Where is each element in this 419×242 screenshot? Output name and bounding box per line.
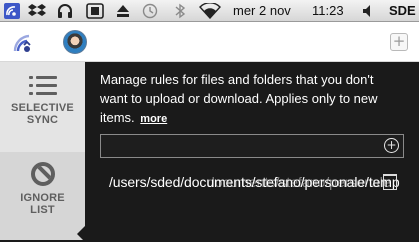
more-link[interactable]: more [140, 113, 167, 125]
volume-icon[interactable] [362, 3, 376, 19]
sidebar-item-selective-sync[interactable]: SELECTIVE SYNC [0, 76, 85, 146]
list-icon [28, 76, 57, 96]
bluetooth-icon[interactable] [174, 3, 186, 19]
ignore-list-description: Manage rules for files and folders that … [100, 70, 400, 129]
eject-icon[interactable] [116, 3, 130, 19]
sidebar-item-label: SYNC [26, 114, 59, 126]
menubar-date[interactable]: mer 2 nov [233, 0, 291, 22]
sidebar-item-label: IGNORE [20, 192, 65, 204]
rule-input[interactable] [105, 137, 379, 157]
wifi-sync-icon[interactable] [4, 3, 20, 19]
avatar[interactable] [63, 30, 87, 54]
dropbox-icon[interactable] [28, 3, 46, 19]
list-item[interactable]: /users/sded/documents/stefano/personale/… [109, 172, 409, 194]
sidebar-item-label: SELECTIVE [11, 102, 74, 114]
sidebar: SELECTIVE SYNC IGNORE LIST [0, 62, 85, 242]
app-header: + [0, 22, 419, 62]
plus-square-icon[interactable]: + [390, 33, 408, 51]
rule-path-ghost: documents/stefano/personale [207, 174, 391, 190]
ban-icon [30, 162, 55, 186]
remove-rule-icon[interactable] [383, 174, 397, 190]
screen-record-icon[interactable] [86, 3, 104, 19]
add-rule-icon[interactable]: + [384, 138, 399, 153]
rule-input-box: + [100, 134, 404, 158]
wifi-sync-icon[interactable] [12, 32, 34, 54]
wifi-icon[interactable] [199, 3, 221, 19]
menu-bar: mer 2 nov 11:23 SDE [0, 0, 419, 22]
sidebar-item-ignore-list[interactable]: IGNORE LIST [0, 152, 85, 240]
menubar-user[interactable]: SDE [389, 0, 416, 22]
menubar-time[interactable]: 11:23 [312, 0, 344, 22]
headphones-icon[interactable] [57, 3, 73, 19]
sidebar-item-label: LIST [30, 204, 55, 216]
time-machine-icon[interactable] [141, 3, 159, 19]
ignore-list-panel: Manage rules for files and folders that … [85, 62, 419, 240]
